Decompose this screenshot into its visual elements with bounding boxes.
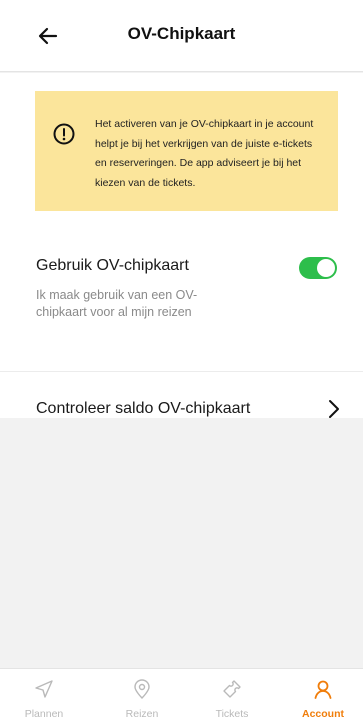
location-pin-icon — [134, 679, 150, 699]
chevron-right-icon — [329, 400, 339, 418]
toggle-knob — [317, 259, 335, 277]
toggle-description: Ik maak gebruik van een OV-chipkaart voo… — [36, 288, 198, 319]
toggle-label: Gebruik OV-chipkaart — [36, 257, 189, 274]
info-notice: Het activeren van je OV-chipkaart in je … — [35, 91, 338, 211]
ticket-icon — [223, 680, 241, 698]
main-content: Het activeren van je OV-chipkaart in je … — [0, 73, 363, 418]
ov-chipkaart-setting: Gebruik OV-chipkaart Ik maak gebruik van… — [0, 243, 363, 373]
tab-label: Plannen — [24, 708, 64, 720]
bottom-tab-bar: Plannen Reizen Tickets Account — [0, 668, 363, 722]
exclamation-circle-icon — [53, 123, 75, 145]
tab-label: Account — [302, 708, 344, 720]
divider — [0, 371, 363, 372]
tab-label: Tickets — [215, 708, 249, 720]
tab-plannen[interactable]: Plannen — [8, 669, 80, 722]
app-header: OV-Chipkaart — [0, 0, 363, 72]
page-title: OV-Chipkaart — [127, 24, 236, 43]
navigation-arrow-icon — [35, 680, 53, 698]
ov-chipkaart-toggle[interactable] — [299, 257, 337, 279]
notice-text: Het activeren van je OV-chipkaart in je … — [95, 118, 314, 189]
tab-account[interactable]: Account — [287, 669, 359, 722]
tab-tickets[interactable]: Tickets — [196, 669, 268, 722]
check-balance-row[interactable]: Controleer saldo OV-chipkaart — [0, 373, 363, 418]
tab-label: Reizen — [125, 708, 159, 720]
person-icon — [314, 680, 332, 699]
tab-reizen[interactable]: Reizen — [106, 669, 178, 722]
check-balance-label: Controleer saldo OV-chipkaart — [36, 400, 251, 417]
